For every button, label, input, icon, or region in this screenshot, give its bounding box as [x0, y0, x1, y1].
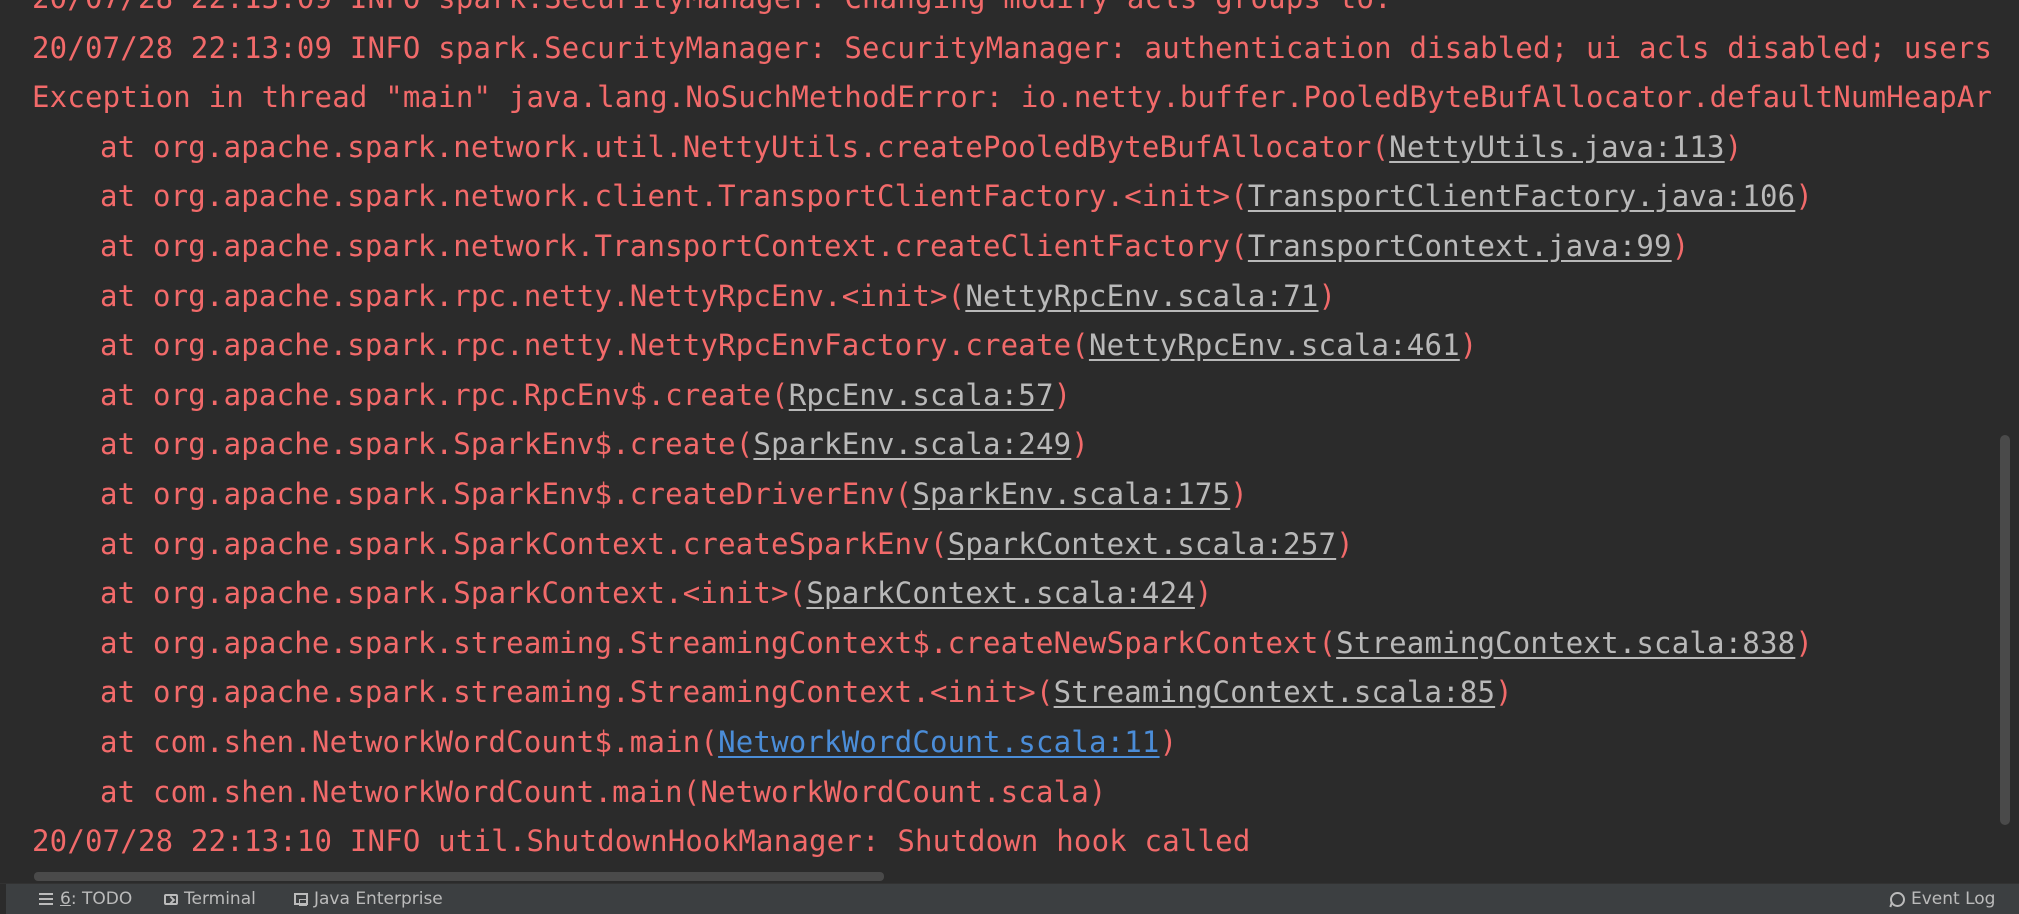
- stack-trace-line: at org.apache.spark.streaming.StreamingC…: [32, 619, 1992, 669]
- terminal-tool-button[interactable]: Terminal: [164, 884, 256, 914]
- java-enterprise-tool-button[interactable]: Java Enterprise: [294, 884, 443, 914]
- source-location-link[interactable]: StreamingContext.scala:838: [1336, 626, 1795, 660]
- stack-frame-suffix: ): [1795, 625, 1813, 660]
- event-log-label: Event Log: [1911, 889, 1996, 909]
- stack-trace-line: at org.apache.spark.rpc.netty.NettyRpcEn…: [32, 272, 1992, 322]
- source-location-link[interactable]: SparkEnv.scala:249: [753, 427, 1071, 461]
- stack-trace-line: at org.apache.spark.rpc.RpcEnv$.create(R…: [32, 371, 1992, 421]
- todo-tool-button[interactable]: 6: TODO: [38, 884, 132, 914]
- source-location-link[interactable]: NettyRpcEnv.scala:461: [1089, 328, 1460, 362]
- event-log-button[interactable]: Event Log: [1890, 884, 1995, 914]
- stack-frame-suffix: ): [1671, 228, 1690, 263]
- source-location-link[interactable]: NetworkWordCount.scala:11: [718, 725, 1160, 759]
- stack-frame-text: at com.shen.NetworkWordCount.main(Networ…: [100, 774, 1107, 809]
- stack-frame-suffix: ): [1495, 675, 1513, 710]
- log-line: 20/07/28 22:13:10 INFO util.ShutdownHook…: [32, 817, 1992, 867]
- stack-trace-line: at org.apache.spark.streaming.StreamingC…: [32, 668, 1992, 718]
- stack-frame-text: at org.apache.spark.rpc.RpcEnv$.create(: [100, 377, 789, 412]
- stack-frame-suffix: ): [1459, 328, 1478, 363]
- log-line: 20/07/28 22:13:09 INFO spark.SecurityMan…: [32, 0, 1992, 24]
- stack-trace-line: at org.apache.spark.SparkContext.createS…: [32, 520, 1992, 570]
- source-location-link[interactable]: StreamingContext.scala:85: [1054, 675, 1496, 709]
- stack-frame-suffix: ): [1071, 427, 1089, 462]
- source-location-link[interactable]: TransportClientFactory.java:106: [1248, 179, 1795, 213]
- source-location-link[interactable]: NettyUtils.java:113: [1389, 130, 1725, 164]
- stack-frame-suffix: ): [1318, 278, 1337, 313]
- stack-frame-suffix: ): [1795, 179, 1813, 214]
- stack-trace-line: at org.apache.spark.rpc.netty.NettyRpcEn…: [32, 321, 1992, 371]
- list-icon: [38, 891, 54, 907]
- tool-window-bar: 6: TODO Terminal Java Enterprise Event L…: [0, 883, 2019, 914]
- source-location-link[interactable]: TransportContext.java:99: [1248, 229, 1672, 263]
- stack-frame-text: at org.apache.spark.streaming.StreamingC…: [100, 675, 1054, 710]
- stack-trace-line: at com.shen.NetworkWordCount.main(Networ…: [32, 768, 1992, 818]
- stack-frame-suffix: ): [1230, 476, 1248, 511]
- log-line: Exception in thread "main" java.lang.NoS…: [32, 73, 1992, 123]
- stack-frame-text: at org.apache.spark.streaming.StreamingC…: [100, 625, 1337, 660]
- stack-frame-text: at org.apache.spark.network.util.NettyUt…: [100, 129, 1390, 164]
- log-text: 20/07/28 22:13:10 INFO util.ShutdownHook…: [32, 824, 1251, 859]
- stack-frame-text: at org.apache.spark.rpc.netty.NettyRpcEn…: [100, 328, 1089, 363]
- todo-number: 6: [60, 889, 71, 909]
- event-log-icon: [1890, 891, 1905, 907]
- stack-frame-suffix: ): [1336, 526, 1354, 561]
- left-edge-stub: [0, 884, 6, 914]
- stack-frame-text: at com.shen.NetworkWordCount$.main(: [100, 724, 719, 759]
- log-text: 20/07/28 22:13:09 INFO spark.SecurityMan…: [32, 0, 1392, 15]
- stack-frame-text: at org.apache.spark.SparkContext.createS…: [100, 526, 948, 561]
- source-location-link[interactable]: RpcEnv.scala:57: [789, 378, 1054, 412]
- stack-trace-line: at org.apache.spark.SparkEnv$.create(Spa…: [32, 420, 1992, 470]
- vertical-scrollbar[interactable]: [1997, 0, 2019, 884]
- stack-frame-text: at org.apache.spark.network.TransportCon…: [100, 228, 1248, 263]
- stack-trace-line: at org.apache.spark.SparkEnv$.createDriv…: [32, 470, 1992, 520]
- stack-frame-text: at org.apache.spark.rpc.netty.NettyRpcEn…: [100, 278, 966, 313]
- todo-label: : TODO: [70, 889, 133, 909]
- log-text: Exception in thread "main" java.lang.NoS…: [32, 80, 1992, 115]
- stack-trace-line: at org.apache.spark.network.TransportCon…: [32, 222, 1992, 272]
- vertical-scrollbar-thumb[interactable]: [2000, 435, 2010, 825]
- console-output: 20/07/28 22:13:09 INFO spark.SecurityMan…: [32, 0, 1992, 867]
- stack-frame-suffix: ): [1159, 724, 1178, 759]
- stack-frame-suffix: ): [1053, 377, 1072, 412]
- source-location-link[interactable]: SparkEnv.scala:175: [912, 477, 1230, 511]
- stack-trace-line: at org.apache.spark.SparkContext.<init>(…: [32, 569, 1992, 619]
- horizontal-scrollbar-thumb[interactable]: [34, 872, 884, 881]
- source-location-link[interactable]: NettyRpcEnv.scala:71: [965, 279, 1318, 313]
- stack-frame-suffix: ): [1194, 576, 1213, 611]
- terminal-label: Terminal: [184, 889, 256, 909]
- log-line: 20/07/28 22:13:09 INFO spark.SecurityMan…: [32, 24, 1992, 74]
- source-location-link[interactable]: SparkContext.scala:424: [806, 576, 1195, 610]
- source-location-link[interactable]: SparkContext.scala:257: [948, 527, 1337, 561]
- java-enterprise-label: Java Enterprise: [314, 889, 443, 909]
- stack-frame-text: at org.apache.spark.SparkEnv$.createDriv…: [100, 476, 913, 511]
- java-enterprise-icon: [294, 893, 308, 906]
- log-text: 20/07/28 22:13:09 INFO spark.SecurityMan…: [32, 30, 1992, 65]
- stack-frame-text: at org.apache.spark.SparkContext.<init>(: [100, 576, 807, 611]
- stack-trace-line: at com.shen.NetworkWordCount$.main(Netwo…: [32, 718, 1992, 768]
- stack-frame-text: at org.apache.spark.network.client.Trans…: [100, 179, 1248, 214]
- terminal-icon: [164, 893, 178, 905]
- stack-frame-suffix: ): [1724, 129, 1743, 164]
- stack-trace-line: at org.apache.spark.network.util.NettyUt…: [32, 123, 1992, 173]
- run-console[interactable]: 20/07/28 22:13:09 INFO spark.SecurityMan…: [0, 0, 2019, 884]
- horizontal-scrollbar[interactable]: [0, 870, 2019, 884]
- stack-frame-text: at org.apache.spark.SparkEnv$.create(: [100, 427, 754, 462]
- stack-trace-line: at org.apache.spark.network.client.Trans…: [32, 172, 1992, 222]
